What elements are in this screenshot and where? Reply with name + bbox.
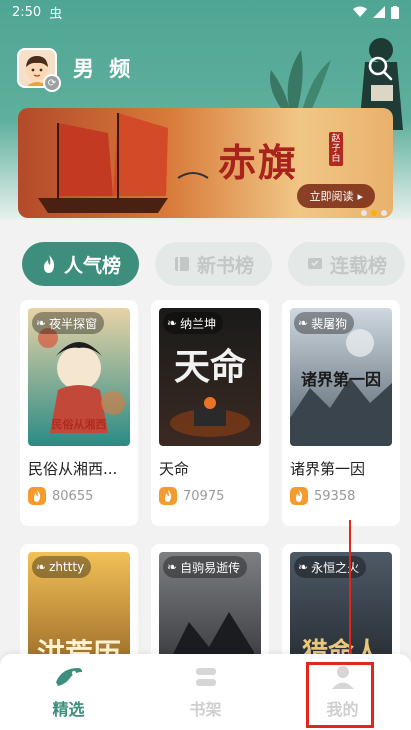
read-now-label: 立即阅读: [309, 190, 354, 203]
book-card[interactable]: 猎命人 ❧ 永恒之火: [282, 544, 400, 664]
carousel-dot[interactable]: [361, 210, 367, 216]
cover-title: 诸界第一因: [300, 370, 381, 389]
carousel-dot-active[interactable]: [371, 210, 377, 216]
tab-new-books[interactable]: 新书榜: [155, 242, 273, 286]
heat-stat: 59358: [290, 487, 392, 505]
tab-label: 新书榜: [197, 254, 255, 277]
banner-author: 赵子白: [329, 132, 343, 166]
channel-title[interactable]: 男 频: [73, 53, 134, 83]
author-tag: ❧ zhttty: [32, 556, 92, 578]
junk-ship-illustration: [38, 113, 209, 213]
tab-label: 人气榜: [64, 254, 122, 277]
carousel-dots: [361, 210, 387, 216]
author-tag: ❧ 自驹易逝传: [163, 556, 248, 578]
author-tag: ❧ 纳兰坤: [163, 312, 224, 334]
notification-icon: 虫: [49, 6, 63, 22]
flame-icon: [44, 255, 55, 273]
author-name: 夜半探窗: [49, 316, 98, 331]
wifi-icon: [353, 6, 367, 17]
cover-title: 天命: [173, 346, 246, 388]
annotation-highlight-box: [306, 662, 374, 728]
book-grid: 民俗从湘西 ❧ 夜半探窗 民俗从湘西... 80655 天命 ❧ 纳兰坤 天命 …: [20, 300, 400, 664]
signal-icon: [373, 6, 385, 18]
author-name: 纳兰坤: [180, 316, 217, 331]
book-title[interactable]: 天命: [159, 458, 261, 479]
book-icon: [175, 257, 190, 271]
swap-icon[interactable]: ⟳: [43, 74, 61, 92]
leaf-icon: ❧: [167, 316, 178, 330]
bookshelf-icon: [195, 668, 216, 686]
nav-label: 精选: [52, 700, 85, 719]
cover-title: 民俗从湘西: [51, 418, 107, 431]
nav-bookshelf[interactable]: 书架: [166, 664, 246, 720]
read-now-button[interactable]: 立即阅读 ▸: [297, 184, 375, 208]
author-name: 自驹易逝传: [180, 560, 241, 575]
heat-stat: 80655: [28, 487, 130, 505]
author-name: 裴屠狗: [311, 316, 348, 331]
nav-featured[interactable]: 精选: [29, 664, 109, 720]
avatar[interactable]: ⟳: [17, 48, 61, 92]
top-bar: ⟳ 男 频: [17, 44, 394, 92]
promo-banner[interactable]: 赤旗 赵子白 立即阅读 ▸: [18, 108, 393, 218]
heat-stat: 70975: [159, 487, 261, 505]
book-card[interactable]: 民俗从湘西 ❧ 夜半探窗 民俗从湘西... 80655: [20, 300, 138, 526]
book-cover[interactable]: 诸界第一因 ❧ 裴屠狗: [290, 308, 392, 446]
annotation-arrow: [344, 520, 356, 670]
battery-icon: [391, 5, 399, 19]
leaf-icon: ❧: [167, 560, 178, 574]
book-card[interactable]: 天命 ❧ 纳兰坤 天命 70975: [151, 300, 269, 526]
update-icon: [308, 258, 323, 269]
leaf-icon: ❧: [36, 560, 47, 574]
book-cover[interactable]: 猎命人 ❧ 永恒之火: [290, 552, 392, 664]
leaf-icon: ❧: [298, 560, 309, 574]
tab-popular[interactable]: 人气榜: [22, 242, 140, 286]
leaf-icon: ❧: [36, 316, 47, 330]
book-title[interactable]: 诸界第一因: [290, 458, 392, 479]
author-tag: ❧ 裴屠狗: [294, 312, 355, 334]
book-cover[interactable]: ❧ 自驹易逝传: [159, 552, 261, 664]
book-cover[interactable]: 天命 ❧ 纳兰坤: [159, 308, 261, 446]
ranking-tabs: 人气榜 新书榜 连载榜: [22, 242, 411, 286]
book-card[interactable]: 洪荒历 ❧ zhttty: [20, 544, 138, 664]
tab-serial[interactable]: 连载榜: [288, 242, 406, 286]
book-cover[interactable]: 洪荒历 ❧ zhttty: [28, 552, 130, 664]
fire-icon: [290, 487, 308, 505]
author-name: zhttty: [49, 560, 85, 574]
heat-value: 59358: [314, 488, 356, 504]
tab-label: 连载榜: [330, 254, 388, 277]
book-card[interactable]: 诸界第一因 ❧ 裴屠狗 诸界第一因 59358: [282, 300, 400, 526]
search-icon[interactable]: [366, 54, 394, 82]
fire-icon: [28, 487, 46, 505]
heat-value: 80655: [52, 488, 94, 504]
featured-icon: [55, 668, 82, 686]
book-title[interactable]: 民俗从湘西...: [28, 458, 130, 479]
status-bar: 2:50 虫: [0, 0, 411, 24]
book-cover[interactable]: 民俗从湘西 ❧ 夜半探窗: [28, 308, 130, 446]
nav-label: 书架: [189, 700, 222, 719]
chevron-right-icon: ▸: [357, 189, 363, 203]
leaf-icon: ❧: [298, 316, 309, 330]
heat-value: 70975: [183, 488, 225, 504]
fire-icon: [159, 487, 177, 505]
banner-title: 赤旗: [218, 140, 299, 185]
author-tag: ❧ 夜半探窗: [32, 312, 105, 334]
status-time: 2:50: [12, 4, 42, 20]
book-card[interactable]: ❧ 自驹易逝传: [151, 544, 269, 664]
carousel-dot[interactable]: [381, 210, 387, 216]
